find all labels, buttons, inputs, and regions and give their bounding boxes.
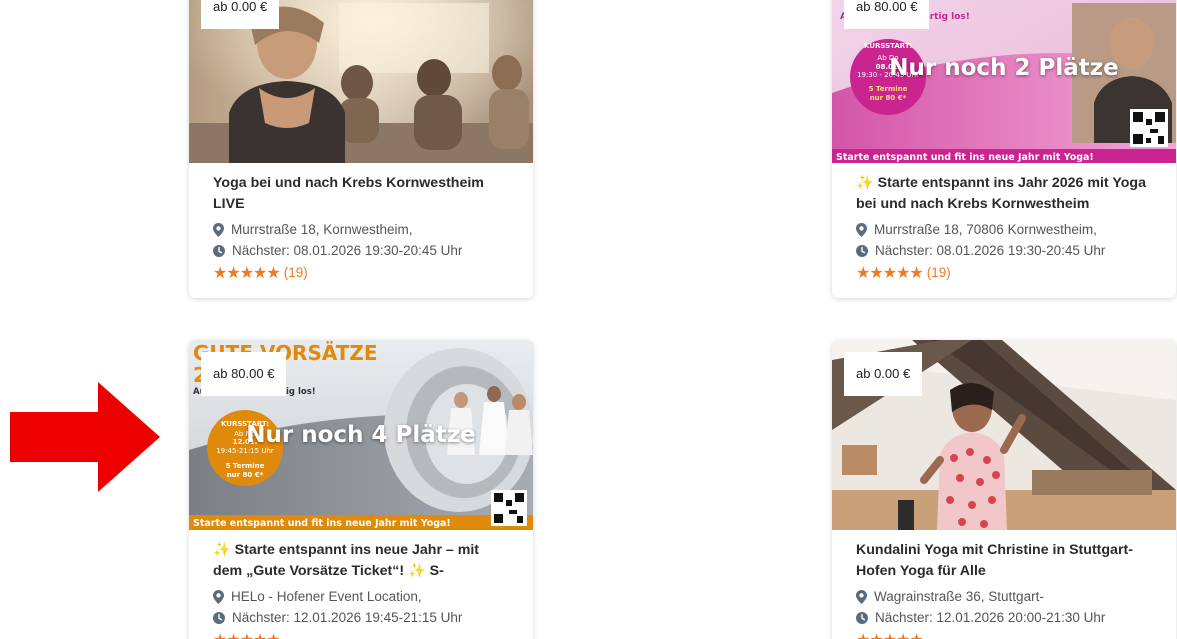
event-rating[interactable]: ★★★★★ — [213, 629, 511, 639]
event-next-date: Nächster: 12.01.2026 20:00-21:30 Uhr — [856, 607, 1154, 628]
event-address: HELo - Hofener Event Location, — [213, 586, 511, 607]
rating-stars: ★★★★★ — [856, 629, 924, 639]
clock-icon — [856, 611, 868, 624]
event-image: ab 0.00 € — [832, 340, 1176, 530]
map-marker-icon — [213, 222, 224, 237]
event-image: GUTE VORSÄTZE 2026 Auf die Matte – ferti… — [189, 340, 533, 530]
price-badge: ab 0.00 € — [201, 0, 280, 29]
rating-stars: ★★★★★ — [213, 629, 281, 639]
event-next-date: Nächster: 08.01.2026 19:30-20:45 Uhr — [856, 240, 1154, 261]
clock-icon — [213, 611, 225, 624]
event-card-kundalini-yoga[interactable]: ab 0.00 € Kundalini Yoga mit Christine i… — [832, 340, 1176, 639]
event-title[interactable]: Kundalini Yoga mit Christine in Stuttgar… — [856, 540, 1154, 582]
event-address: Murrstraße 18, Kornwestheim, — [213, 219, 511, 240]
event-address: Murrstraße 18, 70806 Kornwestheim, — [856, 219, 1154, 240]
event-next-date: Nächster: 12.01.2026 19:45-21:15 Uhr — [213, 607, 511, 628]
availability-overlay: Nur noch 2 Plätze — [889, 55, 1119, 81]
map-marker-icon — [856, 222, 867, 237]
event-title[interactable]: Yoga bei und nach Krebs Kornwestheim LIV… — [213, 173, 511, 215]
event-rating[interactable]: ★★★★★ (19) — [856, 262, 1154, 284]
rating-stars: ★★★★★ — [856, 263, 924, 282]
clock-icon — [213, 244, 225, 257]
event-title[interactable]: ✨ Starte entspannt ins neue Jahr – mit d… — [213, 540, 511, 582]
sparkle-icon: ✨ — [213, 542, 231, 558]
clock-icon — [856, 244, 868, 257]
rating-stars: ★★★★★ — [213, 263, 281, 282]
event-image: ab 0.00 € — [189, 0, 533, 163]
map-marker-icon — [856, 589, 867, 604]
event-card-gute-vorsaetze[interactable]: GUTE VORSÄTZE 2026 Auf die Matte – ferti… — [189, 340, 533, 639]
price-badge: ab 0.00 € — [844, 352, 923, 396]
event-rating[interactable]: ★★★★★ — [856, 629, 1154, 639]
event-title[interactable]: ✨ Starte entspannt ins Jahr 2026 mit Yog… — [856, 173, 1154, 215]
sparkle-icon: ✨ — [856, 175, 874, 191]
rating-count[interactable]: (19) — [927, 262, 951, 284]
event-card-yoga-krebs-live[interactable]: ab 0.00 € Yoga bei und nach Krebs Kornwe… — [189, 0, 533, 298]
map-marker-icon — [213, 589, 224, 604]
event-rating[interactable]: ★★★★★ (19) — [213, 262, 511, 284]
availability-overlay: Nur noch 4 Plätze — [246, 422, 476, 448]
rating-count[interactable]: (19) — [284, 262, 308, 284]
event-next-date: Nächster: 08.01.2026 19:30-20:45 Uhr — [213, 240, 511, 261]
event-card-yoga-krebs-2026[interactable]: Auf die Matte – fertig los! KURSSTART: A… — [832, 0, 1176, 298]
event-listing: ab 0.00 € Yoga bei und nach Krebs Kornwe… — [0, 0, 1177, 639]
event-address: Wagrainstraße 36, Stuttgart- — [856, 586, 1154, 607]
arrow-right-icon — [10, 382, 160, 492]
event-image: Auf die Matte – fertig los! KURSSTART: A… — [832, 0, 1176, 163]
